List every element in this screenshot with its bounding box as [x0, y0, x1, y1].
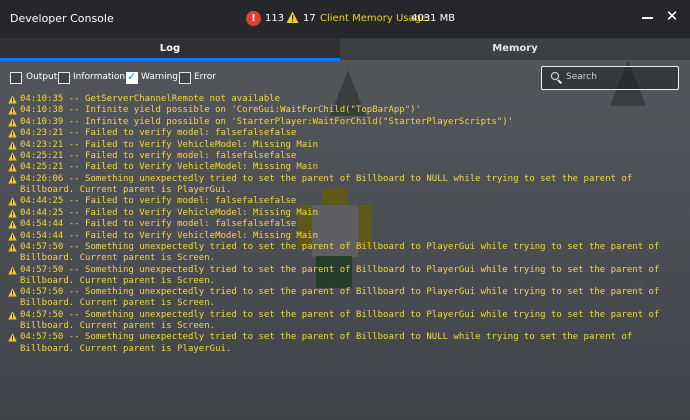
- error-count-icon: !: [246, 11, 261, 26]
- warning-icon: [8, 129, 17, 138]
- warning-icon: [8, 152, 17, 161]
- warning-icon: [8, 231, 17, 241]
- warning-icon: [8, 118, 17, 127]
- error-count: 113: [265, 13, 285, 24]
- console-title: Developer Console: [10, 12, 114, 25]
- log-entry-text: 04:57:50 -- Something unexpectedly tried…: [20, 242, 665, 264]
- warning-icon: [8, 140, 17, 150]
- warning-icon: [8, 288, 17, 297]
- developer-console: Developer Console ! 113 17 Client Memory…: [0, 0, 690, 420]
- warning-icon: [8, 220, 17, 229]
- log-entry-text: 04:57:50 -- Something unexpectedly tried…: [20, 287, 665, 309]
- warning-icon: [8, 197, 17, 206]
- error-checkbox[interactable]: [179, 72, 191, 84]
- log-entry-text: 04:25:21 -- Failed to Verify VehicleMode…: [20, 162, 319, 173]
- log-entry-text: 04:54:44 -- Failed to Verify VehicleMode…: [20, 230, 319, 241]
- output-label: Output: [26, 72, 58, 82]
- log-entry-text: 04:10:39 -- Infinite yield possible on '…: [20, 116, 514, 127]
- warning-icon: [8, 209, 17, 218]
- output-checkbox[interactable]: [10, 72, 22, 84]
- warning-icon: [8, 333, 17, 342]
- minimize-button[interactable]: [641, 8, 655, 24]
- log-entry-text: 04:10:35 -- GetServerChannelRemote not a…: [20, 94, 281, 104]
- warning-icon: [8, 175, 17, 184]
- tab-log[interactable]: Log: [0, 38, 340, 60]
- warning-count: 17: [303, 13, 316, 24]
- console-tabs: Log Memory: [0, 38, 690, 60]
- warning-label: Warning: [141, 72, 179, 82]
- information-label: Information: [73, 72, 126, 82]
- warning-count-icon: [286, 11, 299, 23]
- warning-icon: [8, 106, 17, 115]
- warning-icon: [8, 95, 17, 104]
- log-entry-text: 04:44:25 -- Failed to verify model: fals…: [20, 196, 297, 207]
- warning-icon: [8, 311, 17, 320]
- log-entry-text: 04:57:50 -- Something unexpectedly tried…: [20, 264, 665, 286]
- error-label: Error: [194, 72, 216, 82]
- tab-memory[interactable]: Memory: [340, 38, 690, 60]
- console-titlebar[interactable]: Developer Console ! 113 17 Client Memory…: [0, 0, 690, 38]
- warning-icon: [8, 265, 17, 275]
- log-entry-text: 04:23:21 -- Failed to Verify VehicleMode…: [20, 139, 319, 150]
- log-entry-text: 04:57:50 -- Something unexpectedly tried…: [20, 332, 638, 354]
- warning-checkbox[interactable]: [126, 70, 138, 84]
- warning-icon: [8, 243, 17, 252]
- log-entry-text: 04:54:44 -- Failed to verify model: fals…: [20, 219, 297, 230]
- log-output[interactable]: 04:10:35 -- GetServerChannelRemote not a…: [6, 94, 686, 420]
- log-entry-text: 04:44:25 -- Failed to Verify VehicleMode…: [20, 207, 319, 218]
- search-icon: [551, 72, 559, 80]
- log-entry-text: 04:57:50 -- Something unexpectedly tried…: [20, 309, 665, 331]
- warning-icon: [8, 163, 17, 172]
- log-entry-text: 04:25:21 -- Failed to verify model: fals…: [20, 151, 297, 161]
- memory-usage-value: 4031 MB: [411, 13, 456, 24]
- search-input[interactable]: [566, 70, 670, 84]
- information-checkbox[interactable]: [58, 72, 70, 84]
- log-entry-text: 04:26:06 -- Something unexpectedly tried…: [20, 173, 638, 195]
- close-button[interactable]: ✕: [664, 7, 680, 25]
- log-entry-text: 04:23:21 -- Failed to verify model: fals…: [20, 128, 297, 139]
- log-entry-text: 04:10:38 -- Infinite yield possible on '…: [20, 105, 421, 116]
